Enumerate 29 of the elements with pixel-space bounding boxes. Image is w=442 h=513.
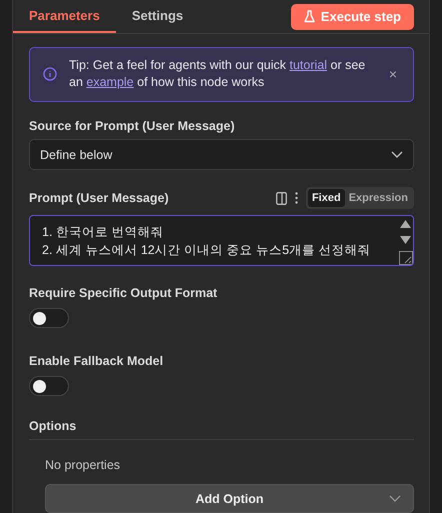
scroll-up-icon[interactable] — [400, 220, 411, 228]
chevron-icon — [391, 150, 403, 158]
close-button[interactable]: × — [384, 66, 401, 82]
example-link[interactable]: example — [86, 75, 134, 89]
execute-step-button[interactable]: Execute step — [290, 4, 414, 30]
tutorial-link[interactable]: tutorial — [290, 58, 328, 72]
chevron-icon — [389, 495, 401, 503]
resize-handle-icon[interactable] — [398, 251, 412, 265]
empty-text: No properties — [44, 457, 122, 474]
tab[interactable]: Parameters — [13, 0, 116, 33]
mode-tab[interactable]: Expression — [344, 189, 412, 207]
toggle-label: Enable Fallback Model — [29, 354, 164, 368]
toggle-switch[interactable] — [29, 376, 69, 396]
tip-text: Tip: Get a feel for agents with our quick tutorial or see an example of how this node works — [69, 57, 366, 91]
options-heading: Options — [29, 419, 414, 440]
source-select[interactable]: Define below — [29, 139, 414, 170]
flask-icon — [304, 10, 315, 23]
panel-icon[interactable] — [276, 192, 287, 204]
prompt-input-field[interactable]: 1. 한국어로 번역해줘 2. 세계 뉴스에서 12시간 이내의 중요 뉴스5개를 선정해줘 — [29, 215, 414, 266]
toggle-switch[interactable] — [29, 308, 69, 328]
field-label: Source for Prompt (User Message) — [29, 119, 235, 133]
tab[interactable]: Settings — [116, 0, 200, 33]
mode-tab[interactable]: Fixed — [308, 189, 345, 207]
info-icon — [43, 67, 57, 81]
field-label: Prompt (User Message) — [29, 191, 169, 205]
scroll-down-icon[interactable] — [400, 236, 411, 244]
more-icon[interactable] — [294, 192, 298, 204]
add-option-button[interactable]: Add Option — [45, 484, 414, 513]
toggle-label: Require Specific Output Format — [29, 286, 218, 300]
